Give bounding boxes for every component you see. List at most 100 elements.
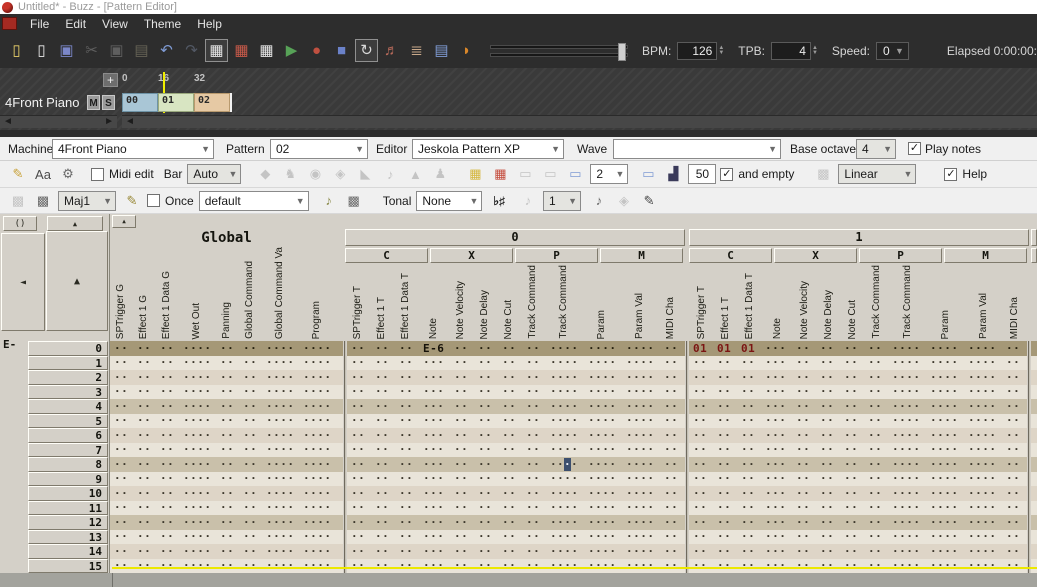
scroll-left-icon[interactable]: ◄ bbox=[125, 116, 135, 128]
pattern-cell[interactable]: ···· bbox=[266, 385, 294, 398]
pattern-cell[interactable]: ·· bbox=[526, 356, 540, 369]
pattern-cell[interactable]: ···· bbox=[266, 487, 294, 500]
pattern-cell[interactable]: ·· bbox=[454, 385, 468, 398]
paint-notes-icon[interactable]: ✎ bbox=[122, 191, 142, 211]
pattern-cell[interactable]: ···· bbox=[968, 487, 996, 500]
pattern-cell[interactable]: ·· bbox=[454, 559, 468, 572]
pattern-cell[interactable]: ··· bbox=[423, 458, 444, 471]
pattern-cell[interactable]: ·· bbox=[137, 414, 151, 427]
pattern-cell[interactable]: ···· bbox=[588, 487, 616, 500]
pattern-cell[interactable]: ·· bbox=[114, 559, 128, 572]
pattern-cell[interactable]: ·· bbox=[868, 385, 882, 398]
loop-icon[interactable]: ↻ bbox=[355, 39, 378, 62]
pattern-cell[interactable]: ·· bbox=[243, 443, 257, 456]
pattern-cell[interactable]: ·· bbox=[454, 472, 468, 485]
pattern-cell[interactable]: ··· bbox=[423, 501, 444, 514]
pattern-cell[interactable]: ···· bbox=[266, 501, 294, 514]
pattern-cell[interactable]: ·· bbox=[502, 356, 516, 369]
pattern-cell[interactable]: ···· bbox=[930, 472, 958, 485]
note-down-icon[interactable]: ♪ bbox=[518, 191, 538, 211]
pattern-cell[interactable]: ·· bbox=[664, 414, 678, 427]
pattern-cell[interactable]: ···· bbox=[303, 414, 331, 427]
pattern-cell[interactable]: ·· bbox=[664, 429, 678, 442]
pattern-cell[interactable]: ·· bbox=[693, 429, 707, 442]
pattern-cell[interactable]: ·· bbox=[844, 501, 858, 514]
pattern-cell[interactable]: ·· bbox=[502, 516, 516, 529]
section-0-header[interactable]: 0 bbox=[345, 229, 685, 246]
pattern-cell[interactable]: ··· bbox=[765, 429, 786, 442]
pattern-cell[interactable]: ··· bbox=[765, 545, 786, 558]
pattern-cell[interactable]: ·· bbox=[844, 472, 858, 485]
pattern-cell[interactable]: ·· bbox=[114, 342, 128, 355]
pattern-cell[interactable]: ···· bbox=[266, 443, 294, 456]
pattern-cell[interactable]: ·· bbox=[220, 530, 234, 543]
pattern-cell[interactable]: ···· bbox=[183, 429, 211, 442]
pattern-cell[interactable]: ·· bbox=[1006, 385, 1020, 398]
pattern-cell[interactable]: ·· bbox=[1006, 472, 1020, 485]
pattern-cell[interactable]: ·· bbox=[844, 414, 858, 427]
pattern-cell[interactable]: ···· bbox=[626, 545, 654, 558]
pattern-cell[interactable]: ·· bbox=[243, 530, 257, 543]
pattern-cell[interactable]: ·· bbox=[1006, 443, 1020, 456]
pattern-cell[interactable]: ·· bbox=[820, 472, 834, 485]
pattern-cell[interactable]: ···· bbox=[266, 400, 294, 413]
speed-dropdown[interactable]: 0▼ bbox=[876, 42, 909, 60]
pattern-cell[interactable]: ···· bbox=[968, 342, 996, 355]
pattern-cell[interactable]: ·· bbox=[220, 545, 234, 558]
pattern-cell[interactable]: ·· bbox=[375, 487, 389, 500]
pattern-cell[interactable]: ···· bbox=[183, 516, 211, 529]
pattern-cell[interactable]: ···· bbox=[930, 501, 958, 514]
pattern-cell[interactable]: ·· bbox=[114, 472, 128, 485]
pattern-cell[interactable]: ··· bbox=[765, 414, 786, 427]
pattern-cell[interactable]: ···· bbox=[930, 429, 958, 442]
pattern-cell[interactable]: ·· bbox=[478, 443, 492, 456]
pattern-cell[interactable]: ·· bbox=[693, 559, 707, 572]
pattern-cell[interactable]: ·· bbox=[741, 530, 755, 543]
pattern-cell[interactable]: ·· bbox=[114, 516, 128, 529]
pattern-cell[interactable]: ·· bbox=[526, 472, 540, 485]
pattern-cell[interactable]: ·· bbox=[1006, 356, 1020, 369]
pattern-cell[interactable]: ···· bbox=[588, 356, 616, 369]
pattern-cell[interactable]: ·· bbox=[717, 516, 731, 529]
pattern-cell[interactable]: ··· bbox=[423, 400, 444, 413]
pattern-cell[interactable]: ·· bbox=[1006, 458, 1020, 471]
pattern-cell[interactable]: ···· bbox=[930, 414, 958, 427]
pattern-cell[interactable]: ·· bbox=[454, 429, 468, 442]
pattern-cell[interactable]: ·· bbox=[399, 501, 413, 514]
pattern-cell[interactable]: ···· bbox=[266, 458, 294, 471]
pattern-cell[interactable]: ···· bbox=[303, 530, 331, 543]
row-number[interactable]: 10 bbox=[28, 486, 108, 501]
pattern-cell[interactable]: ·· bbox=[820, 559, 834, 572]
pattern-cell[interactable]: ···· bbox=[303, 487, 331, 500]
pattern-cell[interactable]: ·· bbox=[664, 516, 678, 529]
pattern-cell[interactable]: ···· bbox=[626, 487, 654, 500]
pattern-cell[interactable]: ···· bbox=[183, 530, 211, 543]
pattern-cell[interactable]: ·· bbox=[478, 414, 492, 427]
pencil-grid-icon[interactable]: ✎ bbox=[639, 191, 659, 211]
pattern-cell[interactable]: ···· bbox=[550, 458, 578, 471]
pattern-cell[interactable]: ·· bbox=[868, 501, 882, 514]
pattern-cell[interactable]: ·· bbox=[160, 429, 174, 442]
pattern-cell[interactable]: ·· bbox=[114, 545, 128, 558]
pattern-cell[interactable]: ···· bbox=[588, 501, 616, 514]
pattern-cell[interactable]: ···· bbox=[303, 472, 331, 485]
pattern-cell[interactable]: ··· bbox=[765, 385, 786, 398]
pattern-cell[interactable]: ···· bbox=[183, 487, 211, 500]
pattern-cell[interactable]: ·· bbox=[820, 530, 834, 543]
pattern-cell[interactable]: ·· bbox=[717, 429, 731, 442]
pattern-cell[interactable]: ·· bbox=[478, 501, 492, 514]
pattern-cell[interactable]: ···· bbox=[892, 530, 920, 543]
pattern-cell[interactable]: ···· bbox=[968, 443, 996, 456]
pattern-cell[interactable]: ·· bbox=[664, 443, 678, 456]
pattern-cell[interactable]: ···· bbox=[183, 472, 211, 485]
pattern-cell[interactable]: ·· bbox=[351, 516, 365, 529]
pattern-cell[interactable]: ···· bbox=[968, 501, 996, 514]
pattern-cell[interactable]: ·· bbox=[375, 458, 389, 471]
help-checkbox[interactable]: ✓ bbox=[944, 168, 957, 181]
pattern-cell[interactable]: ···· bbox=[303, 545, 331, 558]
pattern-cell[interactable]: ·· bbox=[820, 429, 834, 442]
pattern-cell[interactable]: ·· bbox=[844, 400, 858, 413]
pattern-cell[interactable]: ·· bbox=[478, 458, 492, 471]
pattern-cell[interactable]: ···· bbox=[266, 429, 294, 442]
pattern-cell[interactable]: ·· bbox=[399, 371, 413, 384]
